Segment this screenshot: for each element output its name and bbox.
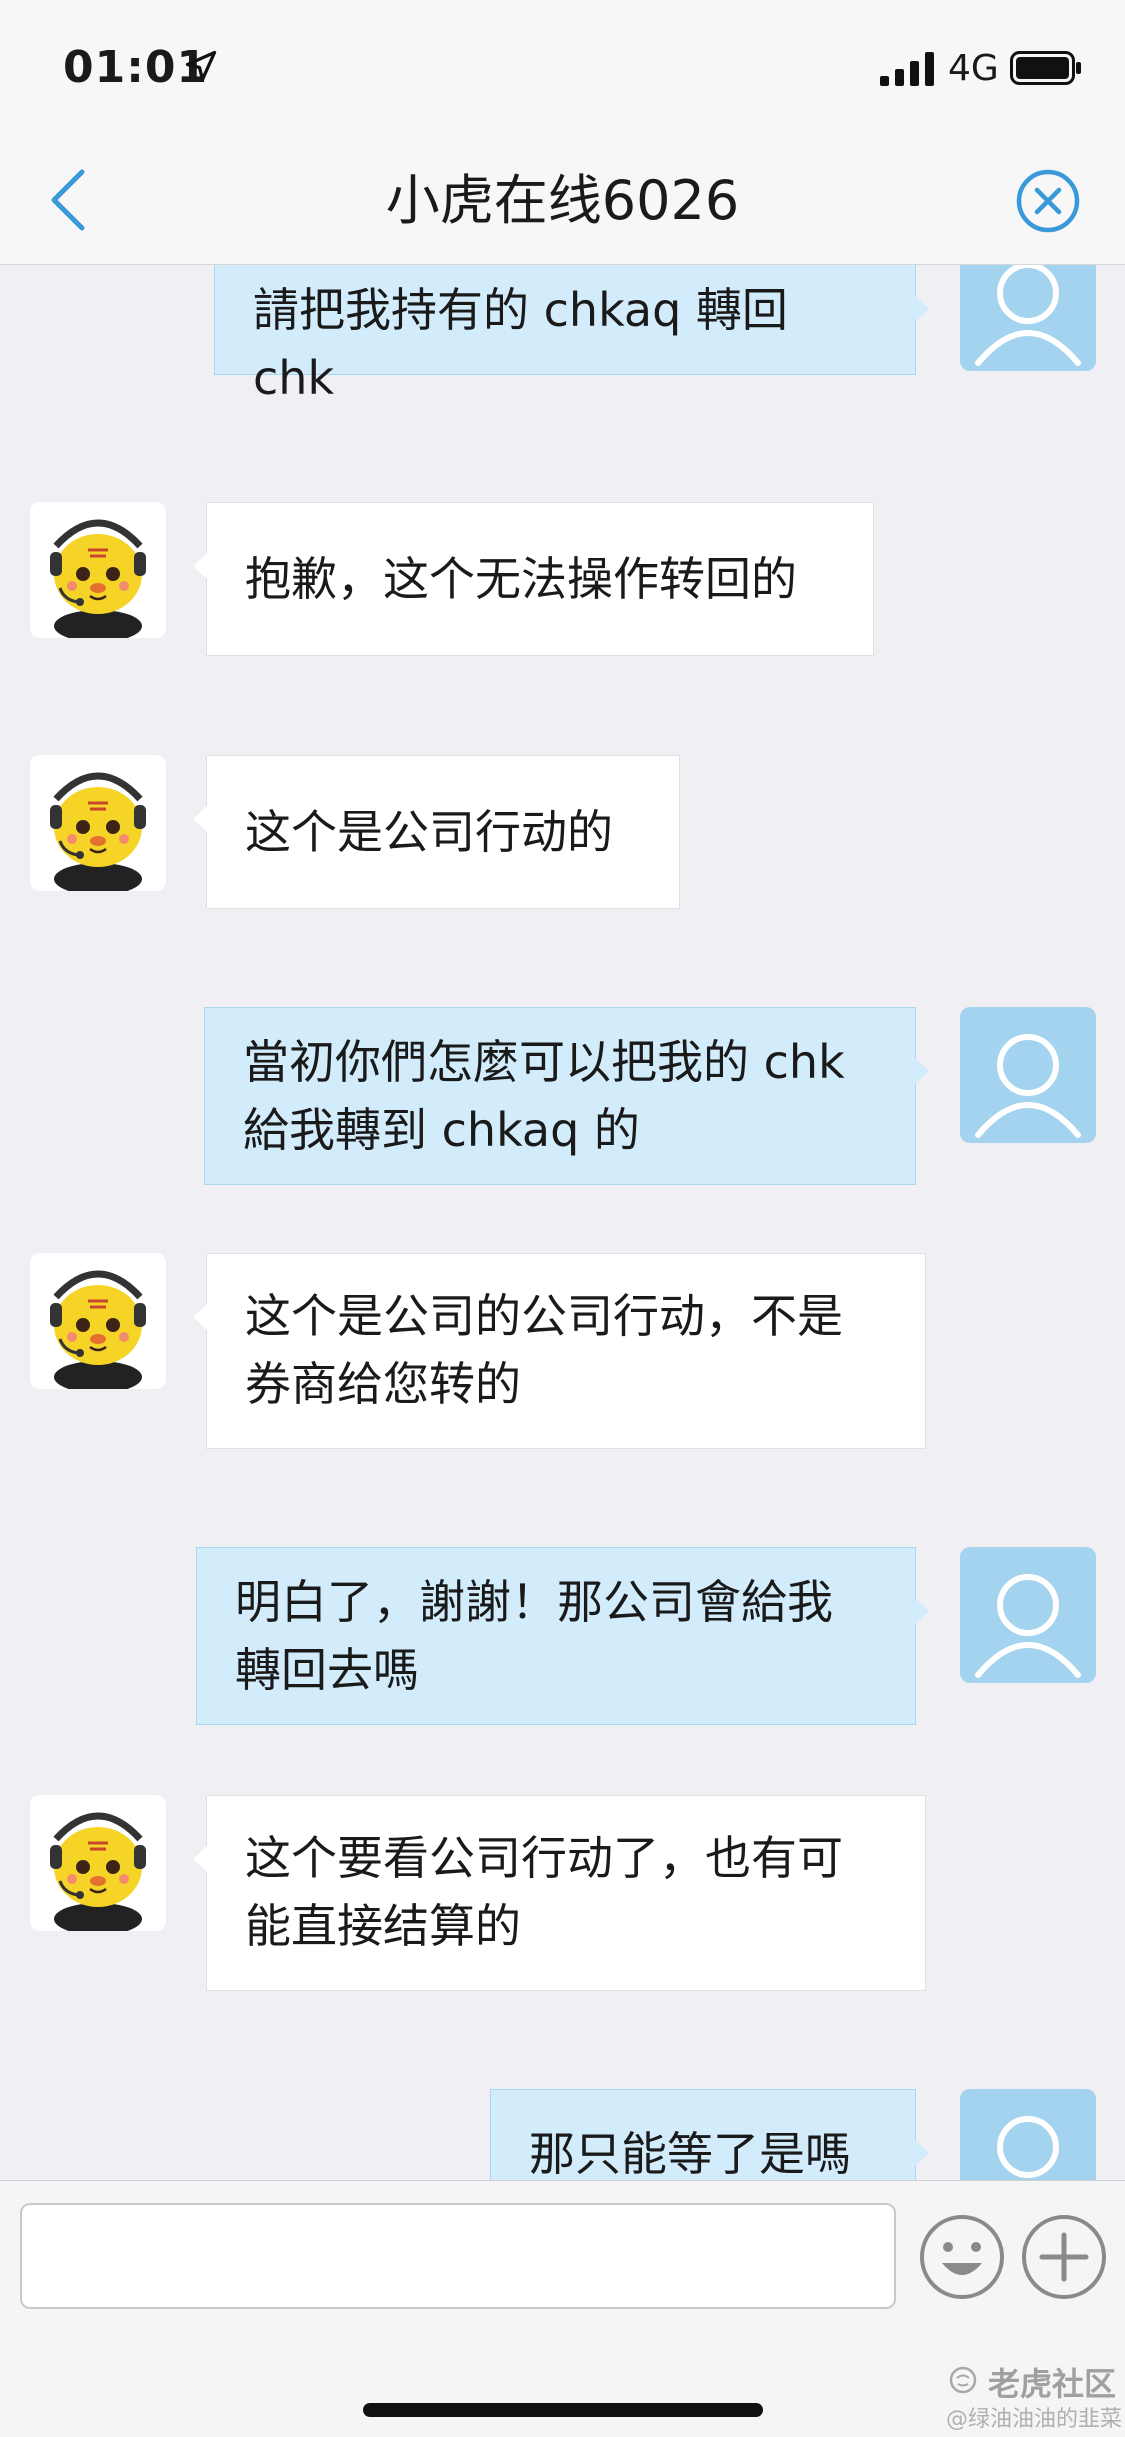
signal-bars-icon: [880, 52, 934, 86]
location-arrow-icon: [185, 50, 217, 82]
tiger-mascot-icon: [50, 772, 146, 891]
message-line: 这个要看公司行动了，也有可: [245, 1831, 843, 1885]
user-avatar[interactable]: [960, 265, 1096, 371]
agent-avatar[interactable]: [30, 502, 166, 638]
user-silhouette-icon: [997, 2116, 1059, 2178]
message-line: 这个是公司行动的: [245, 805, 613, 859]
agent-avatar[interactable]: [30, 755, 166, 891]
message-bubble-incoming[interactable]: 这个要看公司行动了，也有可 能直接结算的: [193, 1795, 926, 1991]
status-bar: 01:01 4G: [0, 0, 1125, 140]
message-bubble-outgoing[interactable]: 明白了，謝謝！那公司會給我 轉回去嗎: [196, 1547, 929, 1725]
message-line: 明白了，謝謝！那公司會給我: [235, 1575, 833, 1629]
message-bubble-outgoing[interactable]: 請把我持有的 chkaq 轉回 chk: [214, 265, 929, 405]
message-bubble-incoming[interactable]: 这个是公司的公司行动，不是 券商给您转的: [193, 1253, 926, 1449]
tiger-mascot-icon: [50, 519, 146, 638]
tiger-logo-icon: [949, 2366, 977, 2394]
tiger-mascot-icon: [50, 1270, 146, 1389]
battery-icon: [1010, 51, 1081, 85]
message-line: 抱歉，这个无法操作转回的: [245, 552, 797, 606]
user-silhouette-icon: [975, 1034, 1081, 1138]
agent-avatar[interactable]: [30, 1253, 166, 1389]
user-avatar[interactable]: [960, 2089, 1096, 2180]
message-line: 能直接结算的: [245, 1899, 521, 1953]
smiley-face-icon[interactable]: [918, 2213, 1006, 2301]
watermark-brand: 老虎社区: [988, 2365, 1117, 2403]
message-line: 这个是公司的公司行动，不是: [245, 1289, 843, 1343]
message-line: 轉回去嗎: [235, 1643, 419, 1697]
tiger-mascot-icon: [50, 1812, 146, 1931]
message-bubble-outgoing[interactable]: 那只能等了是嗎: [490, 2089, 929, 2180]
input-bar: 老虎社区 @绿油油油的韭菜: [0, 2180, 1125, 2437]
message-line: 當初你們怎麼可以把我的 chk: [243, 1035, 845, 1089]
user-avatar[interactable]: [960, 1007, 1096, 1143]
user-silhouette-icon: [975, 1574, 1081, 1678]
message-input[interactable]: [20, 2203, 896, 2309]
watermark-handle: @绿油油油的韭菜: [946, 2407, 1123, 2432]
message-line: 給我轉到 chkaq 的: [243, 1103, 640, 1157]
home-indicator[interactable]: [363, 2403, 763, 2417]
message-line: 券商给您转的: [245, 1357, 521, 1411]
agent-avatar[interactable]: [30, 1795, 166, 1931]
network-type: 4G: [948, 48, 999, 89]
message-bubble-outgoing[interactable]: 當初你們怎麼可以把我的 chk 給我轉到 chkaq 的: [204, 1007, 929, 1185]
chat-area[interactable]: 請把我持有的 chkaq 轉回 chk 抱歉，这个无法操作转回的 这个是公司行动…: [0, 265, 1125, 2180]
user-silhouette-icon: [975, 265, 1081, 366]
nav-bar: 小虎在线6026: [0, 140, 1125, 265]
plus-circle-icon[interactable]: [1020, 2213, 1108, 2301]
message-line: 請把我持有的 chkaq 轉回 chk: [253, 283, 788, 405]
page-title: 小虎在线6026: [385, 169, 740, 232]
message-line: 那只能等了是嗎: [529, 2127, 851, 2180]
close-circle-icon[interactable]: [1015, 168, 1081, 234]
user-avatar[interactable]: [960, 1547, 1096, 1683]
message-bubble-incoming[interactable]: 抱歉，这个无法操作转回的: [193, 502, 874, 656]
message-bubble-incoming[interactable]: 这个是公司行动的: [193, 755, 680, 909]
